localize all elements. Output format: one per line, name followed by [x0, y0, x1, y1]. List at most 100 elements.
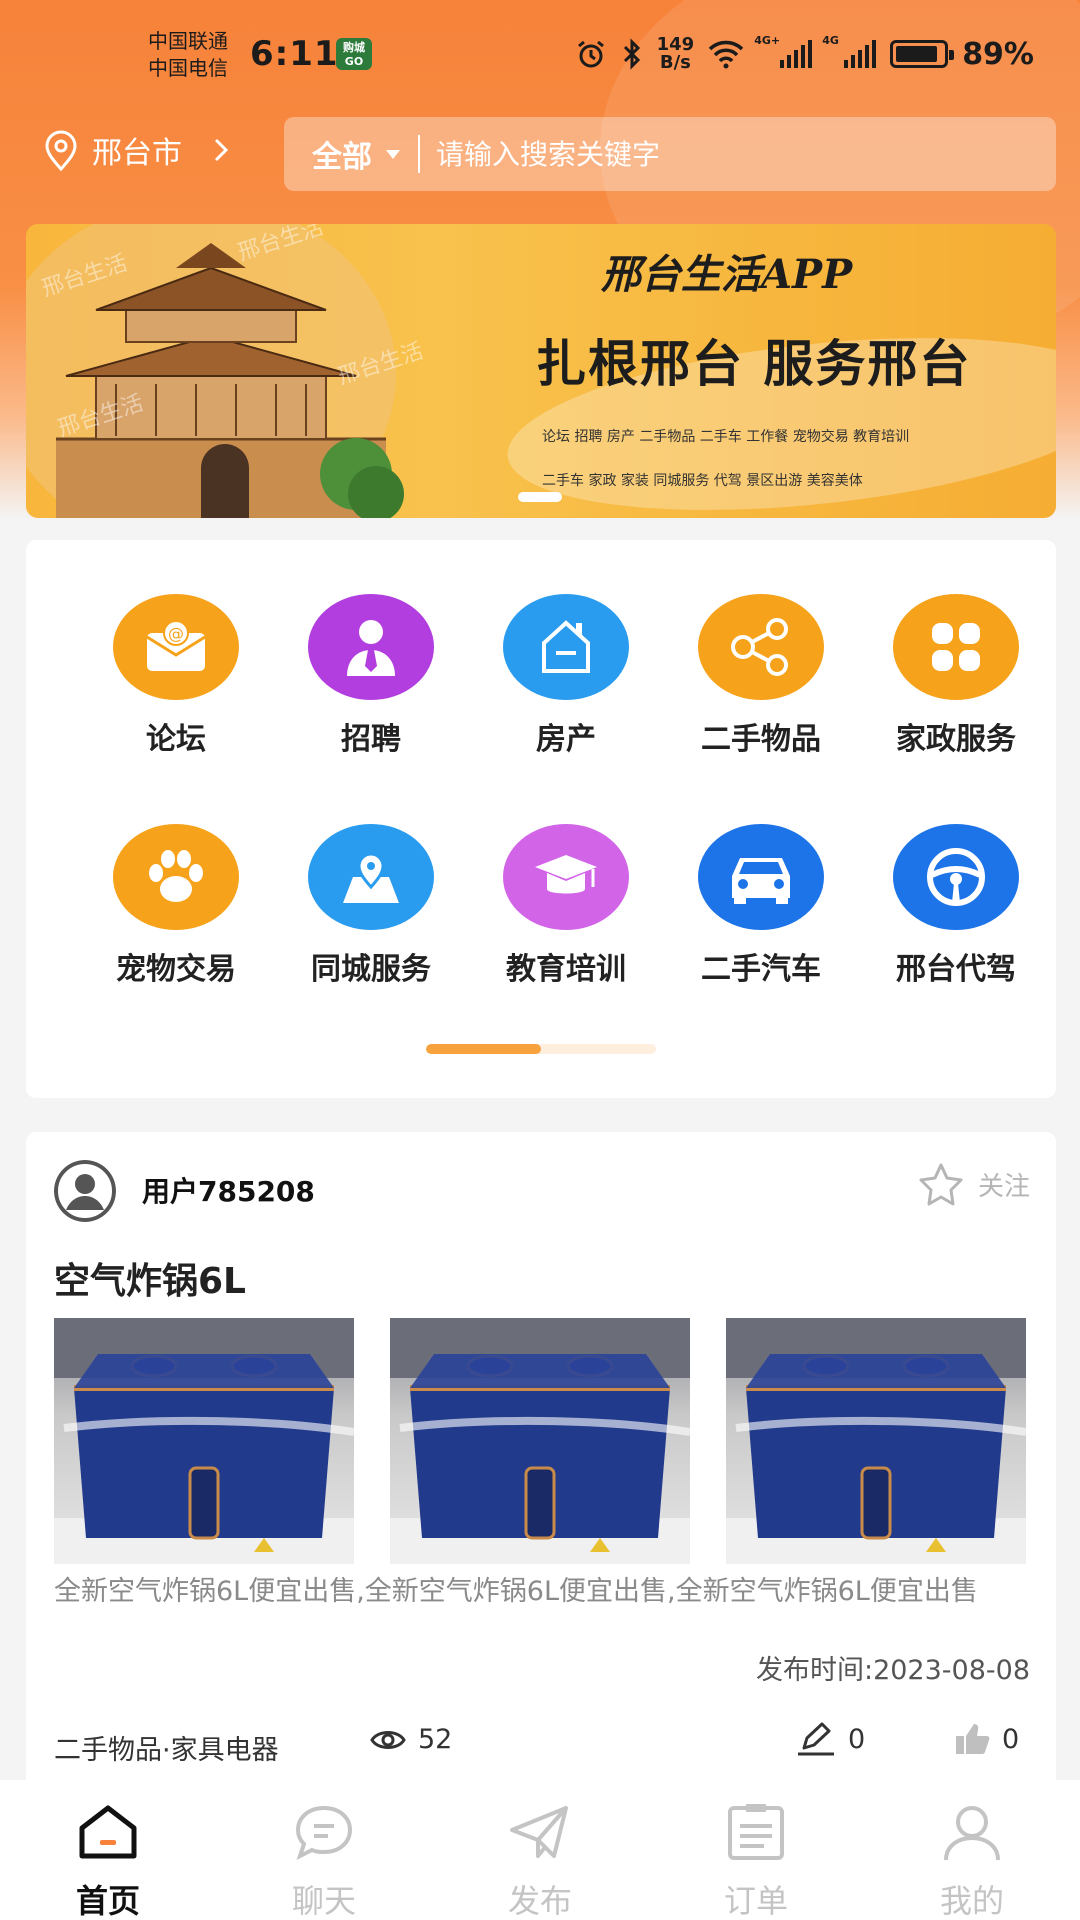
user-avatar-icon [54, 1160, 116, 1222]
send-icon [432, 1796, 648, 1868]
nav-label: 聊天 [291, 1882, 356, 1920]
avatar[interactable] [54, 1160, 116, 1222]
category-pager [426, 1044, 656, 1054]
app-badge-line2: GO [344, 55, 364, 68]
eye-icon [370, 1730, 406, 1749]
nav-publish[interactable]: 发布 [432, 1780, 648, 1920]
banner-tags-line1: 论坛 招聘 房产 二手物品 二手车 工作餐 宠物交易 教育培训 [542, 429, 910, 445]
air-fryer-photo [54, 1318, 354, 1564]
nav-orders[interactable]: 订单 [648, 1780, 864, 1920]
speed-unit: B/s [659, 52, 691, 73]
banner-title: 邢台生活APP [601, 251, 853, 298]
post-publish-time: 发布时间:2023-08-08 [755, 1655, 1030, 1686]
alarm-icon [577, 40, 604, 68]
promo-banner[interactable]: 邢台生活 邢台生活 邢台生活 邢台生活 邢台生活APP 扎根邢台 服务邢台 论坛… [26, 224, 1056, 518]
post-views: 52 [370, 1724, 452, 1755]
carrier-2: 中国电信 [148, 56, 228, 80]
post-category: 二手物品·家具电器 [54, 1735, 279, 1766]
views-count: 52 [418, 1724, 453, 1755]
nav-label: 我的 [939, 1882, 1004, 1920]
category-second-hand[interactable]: 二手物品 [671, 594, 851, 758]
comment-button[interactable]: 0 [796, 1722, 865, 1756]
signal-2-icon: 4G [822, 34, 877, 68]
map-pin-icon [308, 824, 434, 930]
battery-icon [890, 40, 955, 68]
follow-button[interactable]: 关注 [918, 1162, 1030, 1206]
bottom-nav: 首页 聊天 发布 订单 我的 [0, 1780, 1080, 1920]
nav-label: 订单 [723, 1882, 788, 1920]
like-button[interactable]: 0 [954, 1722, 1019, 1756]
chevron-right-icon [214, 138, 229, 162]
category-label: 二手物品 [701, 722, 821, 757]
category-label: 二手汽车 [701, 952, 821, 987]
post-title[interactable]: 空气炸锅6L [54, 1252, 246, 1304]
grid-icon [893, 594, 1019, 700]
caret-down-icon[interactable] [386, 149, 400, 159]
category-label: 宠物交易 [116, 952, 236, 987]
category-grid: @ 论坛 招聘 房产 二手物品 家政服务 宠物交易 同城服务 教育培训 二手汽车… [26, 540, 1056, 1098]
post-image-2[interactable] [390, 1318, 690, 1564]
banner-page-indicator [518, 492, 562, 502]
post-username[interactable]: 用户785208 [142, 1170, 315, 1210]
category-designated-driver[interactable]: 邢台代驾 [866, 824, 1046, 988]
post-card[interactable]: 用户785208 关注 空气炸锅6L 全新空气炸锅6L便宜出售,全新空气炸锅6L… [26, 1132, 1056, 1792]
signal-1-tag: 4G+ [754, 34, 781, 47]
home-icon [0, 1796, 216, 1868]
battery-level [896, 46, 938, 62]
share-icon [698, 594, 824, 700]
search-input[interactable] [436, 137, 996, 171]
category-label: 招聘 [341, 722, 401, 757]
status-bar: 中国联通 中国电信 6:11 购城 GO 149 B/s 4G+ 4G 89% [0, 0, 1080, 110]
house-icon [503, 594, 629, 700]
city-label: 邢台市 [92, 136, 182, 171]
chat-icon [216, 1796, 432, 1868]
search-divider [418, 135, 420, 173]
steering-wheel-icon [893, 824, 1019, 930]
status-indicators: 149 B/s 4G+ 4G 89% [575, 34, 1034, 74]
comment-count: 0 [848, 1723, 866, 1755]
city-selector[interactable]: 邢台市 [40, 128, 240, 172]
category-real-estate[interactable]: 房产 [476, 594, 656, 758]
post-image-3[interactable] [726, 1318, 1026, 1564]
signal-2-tag: 4G [822, 34, 839, 47]
like-count: 0 [1002, 1723, 1020, 1755]
search-bar: 全部 [284, 117, 1056, 191]
person-tie-icon [308, 594, 434, 700]
follow-label: 关注 [977, 1171, 1030, 1202]
banner-slogan: 扎根邢台 服务邢台 [536, 335, 972, 393]
category-label: 邢台代驾 [896, 952, 1016, 987]
search-category-select[interactable]: 全部 [312, 132, 372, 176]
category-housekeeping[interactable]: 家政服务 [866, 594, 1046, 758]
battery-percent: 89% [962, 36, 1034, 72]
category-pets[interactable]: 宠物交易 [86, 824, 266, 988]
nav-label: 发布 [507, 1882, 572, 1920]
category-local-services[interactable]: 同城服务 [281, 824, 461, 988]
air-fryer-photo [726, 1318, 1026, 1564]
user-icon [864, 1796, 1080, 1868]
category-label: 家政服务 [896, 722, 1016, 757]
thumbs-up-icon [956, 1724, 990, 1754]
pencil-icon [798, 1722, 834, 1756]
banner-tags-line2: 二手车 家政 家装 同城服务 代驾 景区出游 美容美体 [542, 473, 863, 489]
category-jobs[interactable]: 招聘 [281, 594, 461, 758]
category-forum[interactable]: @ 论坛 [86, 594, 266, 758]
star-icon [919, 1163, 963, 1206]
network-speed: 149 B/s [657, 36, 695, 72]
nav-home[interactable]: 首页 [0, 1780, 216, 1920]
category-education[interactable]: 教育培训 [476, 824, 656, 988]
status-clock: 6:11 [250, 34, 339, 74]
nav-profile[interactable]: 我的 [864, 1780, 1080, 1920]
post-image-1[interactable] [54, 1318, 354, 1564]
nav-label: 首页 [75, 1882, 140, 1920]
wifi-icon [708, 40, 744, 69]
category-label: 论坛 [146, 722, 206, 757]
location-pin-icon [45, 130, 77, 172]
carrier-1: 中国联通 [148, 29, 228, 53]
nav-chat[interactable]: 聊天 [216, 1780, 432, 1920]
paw-icon [113, 824, 239, 930]
category-used-cars[interactable]: 二手汽车 [671, 824, 851, 988]
signal-1-icon: 4G+ [754, 34, 813, 68]
category-label: 同城服务 [311, 952, 431, 987]
category-pager-fill [426, 1044, 541, 1054]
app-badge-icon: 购城 GO [336, 38, 372, 70]
